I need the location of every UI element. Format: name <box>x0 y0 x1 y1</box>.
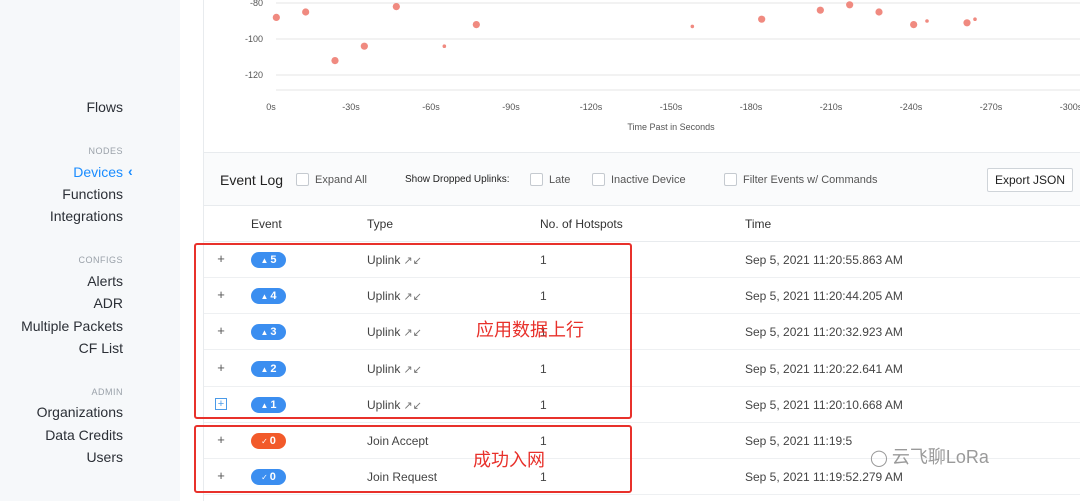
x-tick-label: -150s <box>660 102 683 112</box>
sidebar-section-admin: ADMIN <box>91 387 123 397</box>
filter-events-checkbox[interactable] <box>724 173 737 186</box>
column-event[interactable]: Event <box>251 217 282 231</box>
data-point[interactable] <box>910 21 918 29</box>
join-annotation-box <box>194 425 632 493</box>
data-point[interactable] <box>758 15 766 23</box>
event-time: Sep 5, 2021 11:20:32.923 AM <box>745 325 903 339</box>
sidebar-item-devices[interactable]: Devices <box>73 164 123 180</box>
sidebar-item-alerts[interactable]: Alerts <box>87 273 123 289</box>
event-log-title: Event Log <box>220 172 284 188</box>
sidebar-item-adr[interactable]: ADR <box>93 295 123 311</box>
export-json-button[interactable]: Export JSON <box>987 168 1073 192</box>
expand-all-checkbox[interactable] <box>296 173 309 186</box>
data-point[interactable] <box>963 19 971 27</box>
wechat-icon: ◯ <box>870 450 888 467</box>
join-annotation-text: 成功入网 <box>473 450 545 470</box>
data-point[interactable] <box>925 19 929 23</box>
x-tick-label: -180s <box>740 102 763 112</box>
sidebar-item-organizations[interactable]: Organizations <box>37 404 123 420</box>
inactive-device-label[interactable]: Inactive Device <box>611 174 686 186</box>
sidebar-item-users[interactable]: Users <box>86 449 123 465</box>
data-point[interactable] <box>690 24 695 29</box>
y-tick-label: -100 <box>245 34 263 44</box>
column-hotspots[interactable]: No. of Hotspots <box>540 217 623 231</box>
data-point[interactable] <box>331 57 339 65</box>
x-tick-label: 0s <box>266 102 276 112</box>
sidebar-item-functions[interactable]: Functions <box>62 186 123 202</box>
sidebar-item-flows[interactable]: Flows <box>86 99 123 115</box>
rssi-chart: -80 -100 -120 0s -30s -60s -90s -120s -150s -180s… <box>204 0 1080 150</box>
x-tick-label: -30s <box>342 102 360 112</box>
event-time: Sep 5, 2021 11:20:44.205 AM <box>745 289 903 303</box>
inactive-device-checkbox[interactable] <box>592 173 605 186</box>
x-tick-label: -240s <box>900 102 923 112</box>
x-axis-label: Time Past in Seconds <box>627 122 715 132</box>
data-point[interactable] <box>875 8 883 16</box>
sidebar-section-nodes: NODES <box>88 146 123 156</box>
event-log-header: Event Log Expand All Show Dropped Uplink… <box>204 152 1080 206</box>
sidebar-section-configs: CONFIGS <box>78 255 123 265</box>
chevron-left-icon: ‹ <box>128 163 133 179</box>
late-label[interactable]: Late <box>549 174 570 186</box>
sidebar: Flows NODES Devices ‹ Functions Integrat… <box>0 0 180 501</box>
data-point[interactable] <box>973 17 977 22</box>
x-tick-label: -270s <box>980 102 1003 112</box>
column-type[interactable]: Type <box>367 217 393 231</box>
y-tick-label: -80 <box>250 0 263 8</box>
show-dropped-label: Show Dropped Uplinks: <box>405 174 510 185</box>
table-header: Event Type No. of Hotspots Time <box>204 206 1080 242</box>
x-tick-label: -300s <box>1060 102 1080 112</box>
data-point[interactable] <box>360 42 368 50</box>
event-time: Sep 5, 2021 11:20:55.863 AM <box>745 253 903 267</box>
data-point[interactable] <box>846 1 854 9</box>
data-point[interactable] <box>816 6 824 14</box>
event-time: Sep 5, 2021 11:20:10.668 AM <box>745 398 903 412</box>
expand-all-label[interactable]: Expand All <box>315 174 367 186</box>
sidebar-item-multiple-packets[interactable]: Multiple Packets <box>21 318 123 334</box>
watermark-text: 云飞聊LoRa <box>891 447 989 467</box>
late-checkbox[interactable] <box>530 173 543 186</box>
watermark: ◯ 云飞聊LoRa <box>870 443 989 469</box>
sidebar-item-integrations[interactable]: Integrations <box>50 208 123 224</box>
x-tick-label: -210s <box>820 102 843 112</box>
x-tick-label: -60s <box>422 102 440 112</box>
data-point[interactable] <box>472 21 480 29</box>
x-tick-label: -120s <box>580 102 603 112</box>
chart-svg: -80 -100 -120 0s -30s -60s -90s -120s -150s -180s… <box>245 0 1080 132</box>
event-time: Sep 5, 2021 11:19:52.279 AM <box>745 470 903 484</box>
data-point[interactable] <box>392 3 400 11</box>
data-point[interactable] <box>302 8 310 16</box>
x-tick-label: -90s <box>502 102 520 112</box>
uplink-annotation-text: 应用数据上行 <box>476 320 584 340</box>
data-point[interactable] <box>272 13 280 21</box>
event-time: Sep 5, 2021 11:20:22.641 AM <box>745 362 903 376</box>
sidebar-item-data-credits[interactable]: Data Credits <box>45 427 123 443</box>
sidebar-item-cf-list[interactable]: CF List <box>79 340 123 356</box>
y-tick-label: -120 <box>245 70 263 80</box>
event-time: Sep 5, 2021 11:19:5 <box>745 434 853 448</box>
data-point[interactable] <box>442 44 447 48</box>
column-time[interactable]: Time <box>745 217 771 231</box>
filter-events-label[interactable]: Filter Events w/ Commands <box>743 174 877 186</box>
